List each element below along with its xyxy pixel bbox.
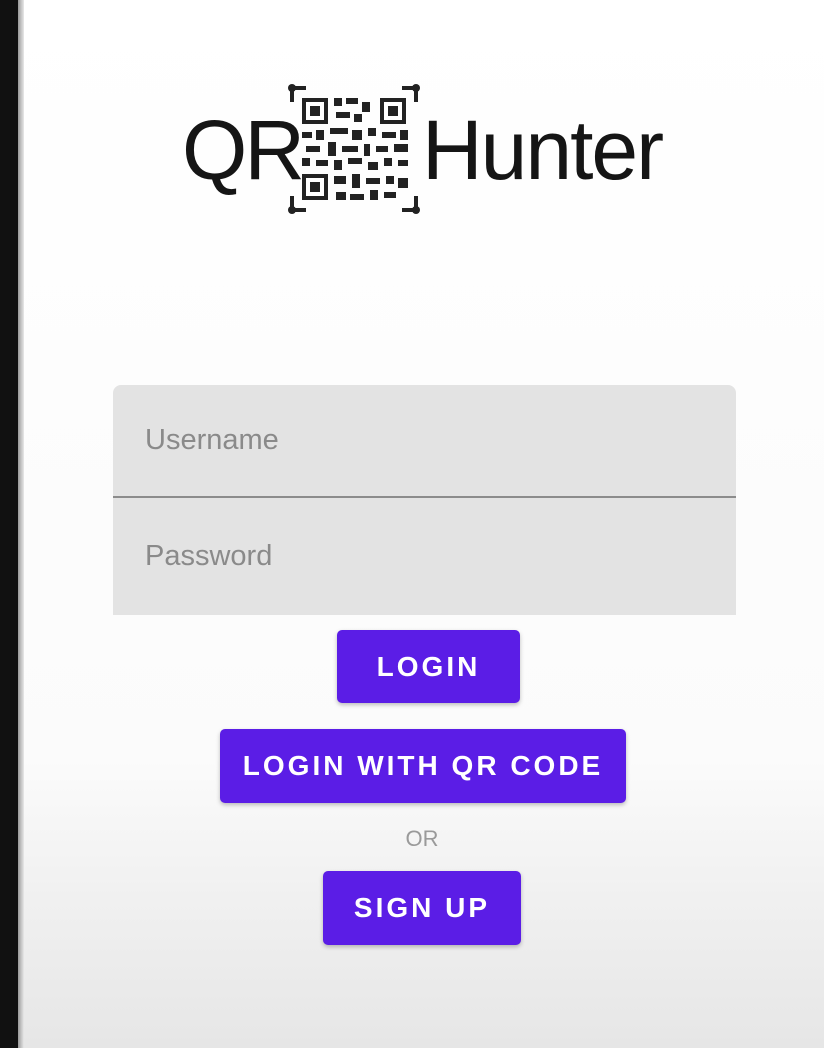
app-logo: QR Hunter <box>182 80 664 220</box>
login-form <box>113 385 736 615</box>
device-frame-bevel <box>18 0 24 1048</box>
or-separator: OR <box>405 826 439 851</box>
logo-text-qr: QR <box>182 103 305 197</box>
login-button[interactable]: LOGIN <box>337 630 520 703</box>
sign-up-button[interactable]: SIGN UP <box>323 871 521 945</box>
qr-code-icon <box>288 84 420 214</box>
username-input[interactable] <box>113 385 736 498</box>
login-with-qr-button[interactable]: LOGIN WITH QR CODE <box>220 729 626 803</box>
device-frame-edge <box>0 0 18 1048</box>
logo-text-hunter: Hunter <box>422 103 664 197</box>
password-input[interactable] <box>113 500 736 613</box>
